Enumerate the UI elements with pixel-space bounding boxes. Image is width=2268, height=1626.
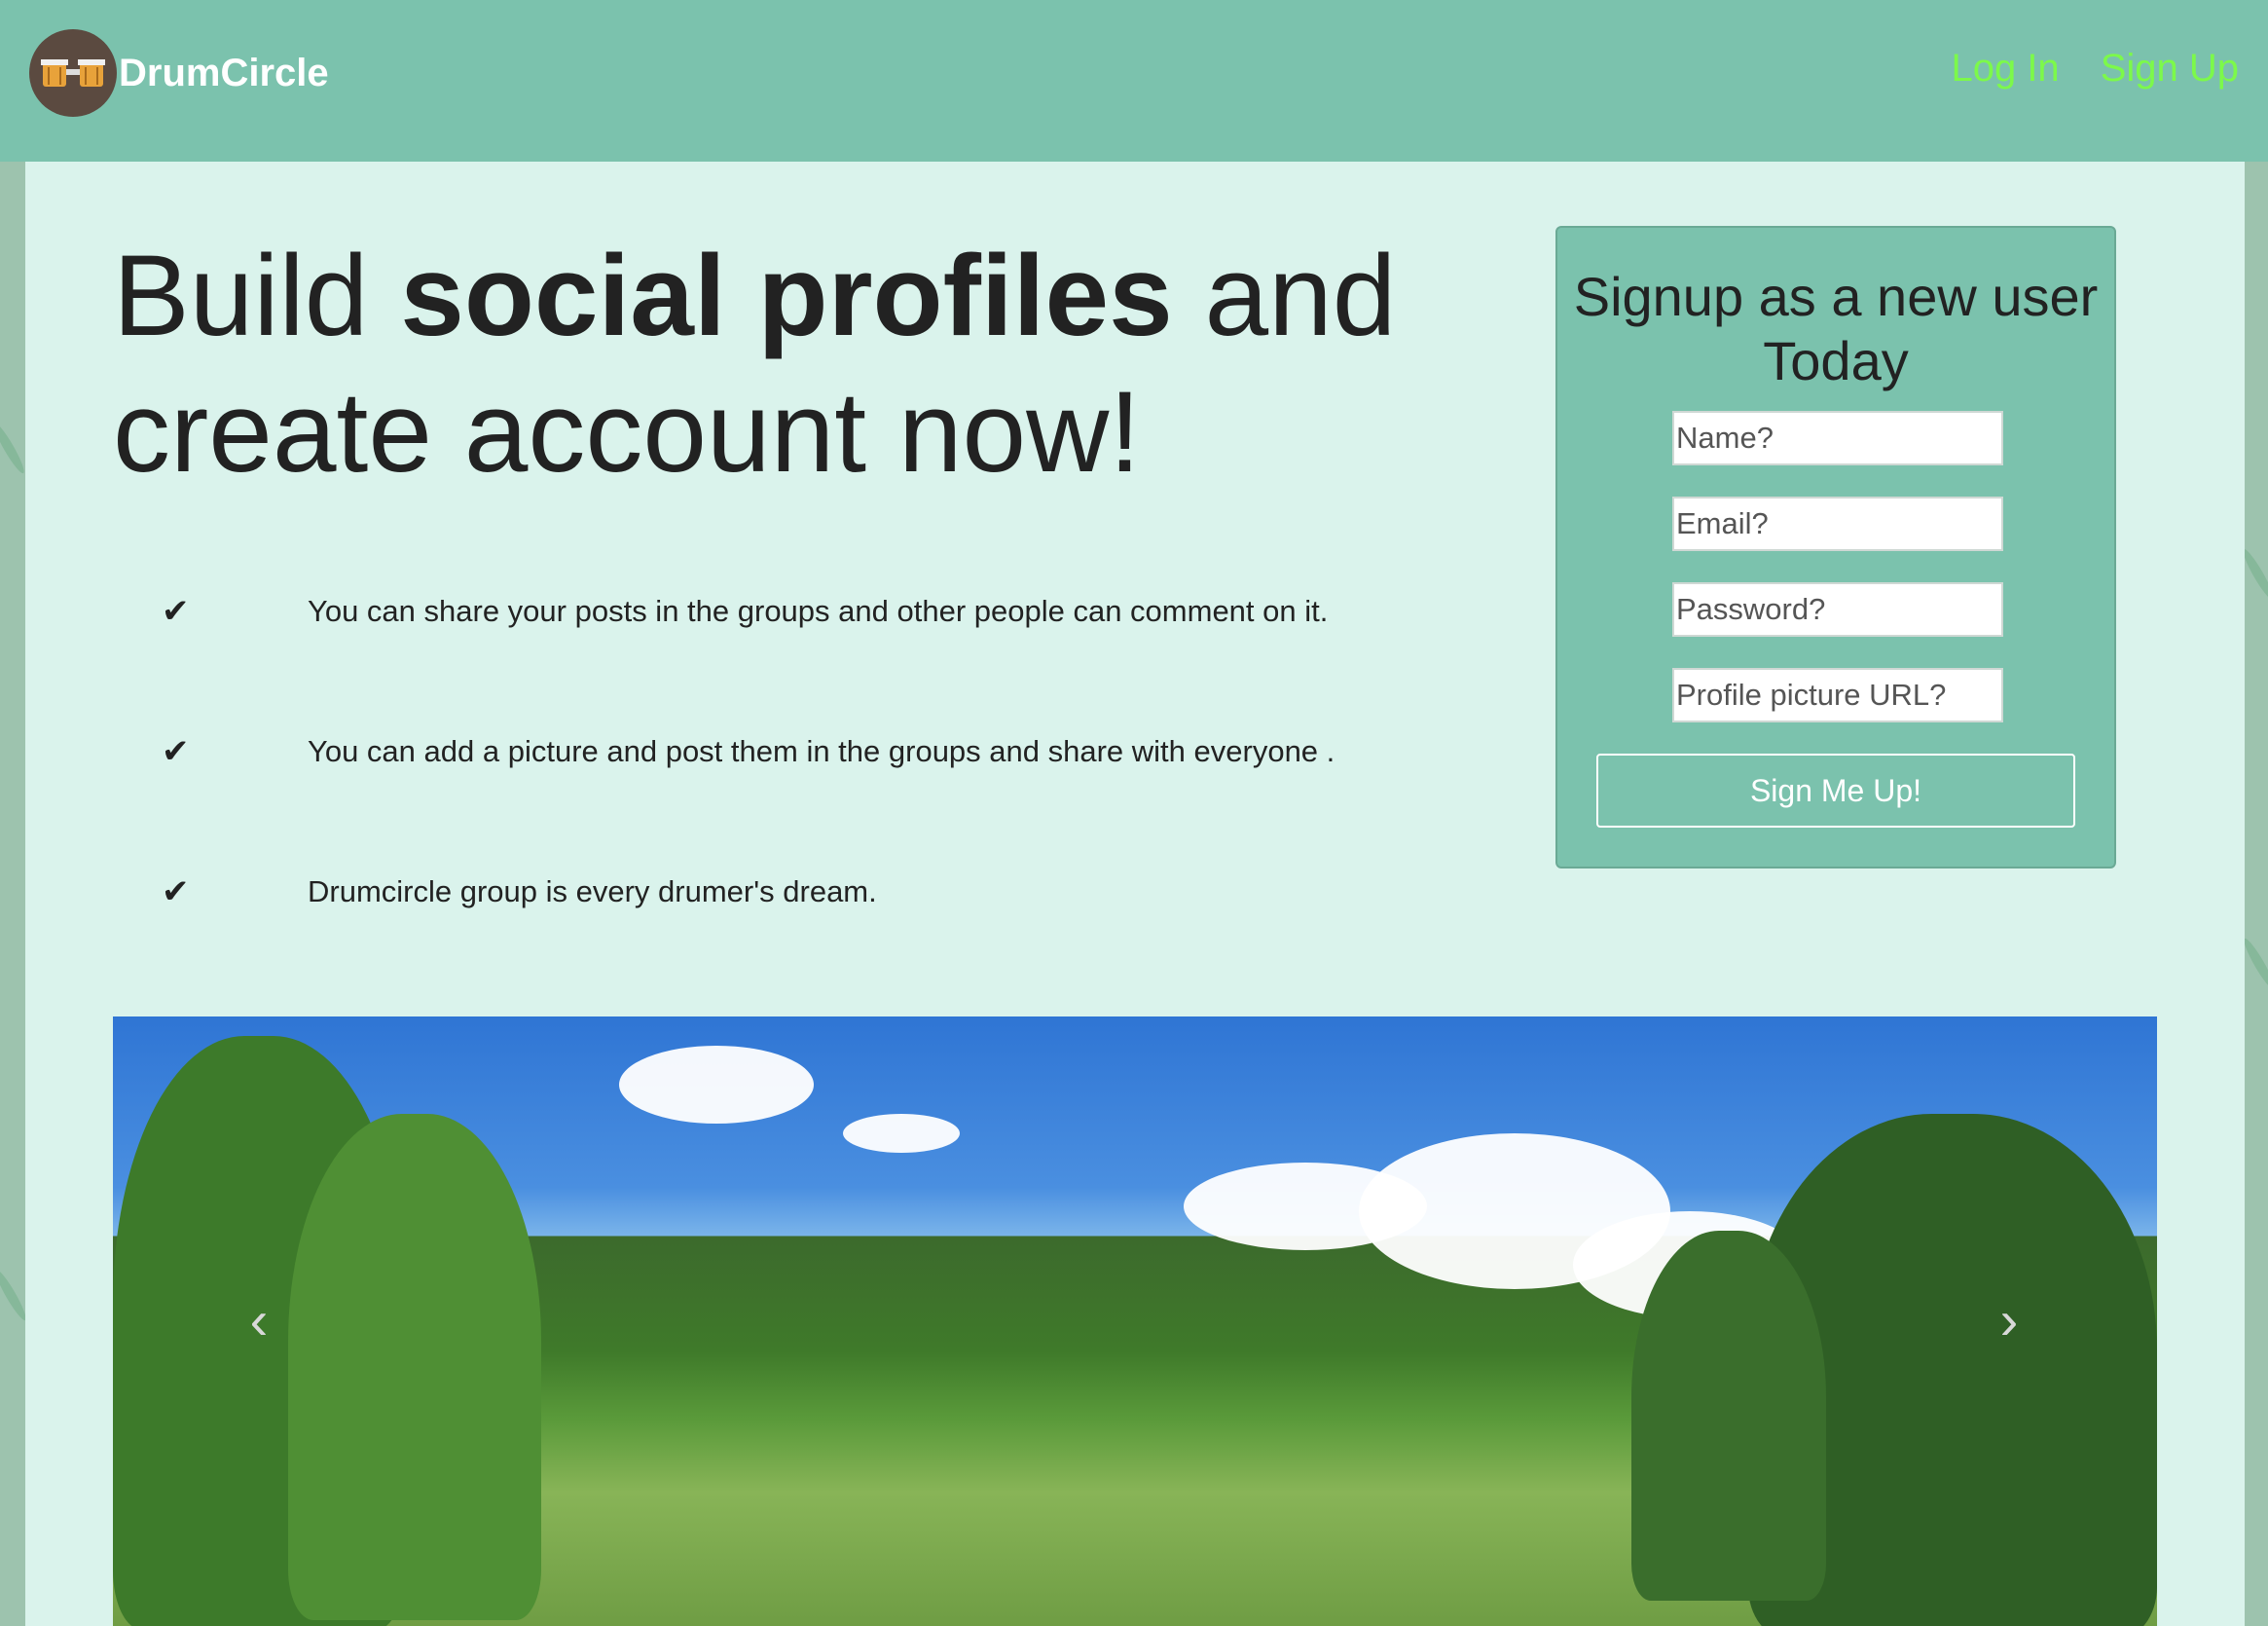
signup-title: Signup as a new user Today [1573, 266, 2099, 391]
brand[interactable]: DrumCircle [29, 29, 329, 117]
list-item: ✔ Drumcircle group is every drumer's dre… [152, 822, 1417, 962]
main-content: Build social profiles and create account… [25, 162, 2245, 1626]
sign-me-up-button[interactable]: Sign Me Up! [1596, 754, 2075, 828]
brand-name: DrumCircle [119, 51, 329, 94]
email-field[interactable] [1672, 497, 2003, 551]
login-link[interactable]: Log In [1951, 47, 2059, 91]
bongo-drums-icon [29, 29, 117, 117]
password-field[interactable] [1672, 582, 2003, 637]
list-item: ✔ You can add a picture and post them in… [152, 682, 1417, 822]
navbar: DrumCircle Log In Sign Up [0, 0, 2268, 162]
chevron-left-icon[interactable]: ‹ [239, 1291, 278, 1349]
signup-link[interactable]: Sign Up [2101, 47, 2239, 91]
profile-picture-field[interactable] [1672, 668, 2003, 722]
checkmark-icon: ✔ [162, 733, 190, 770]
name-field[interactable] [1672, 411, 2003, 465]
headline-bold: social profiles [400, 232, 1173, 360]
page-title: Build social profiles and create account… [113, 228, 1476, 500]
feature-text: You can share your posts in the groups a… [308, 594, 1329, 628]
image-carousel: ‹ › [113, 1016, 2157, 1626]
feature-text: You can add a picture and post them in t… [308, 734, 1335, 768]
background-leaf [0, 420, 28, 476]
headline-part1: Build [113, 232, 401, 360]
signup-form: Signup as a new user Today Sign Me Up! [1555, 226, 2116, 868]
checkmark-icon: ✔ [162, 593, 190, 630]
chevron-right-icon[interactable]: › [1990, 1291, 2029, 1349]
list-item: ✔ You can share your posts in the groups… [152, 541, 1417, 682]
checkmark-icon: ✔ [162, 873, 190, 910]
nav-links: Log In Sign Up [1951, 47, 2239, 91]
feature-list: ✔ You can share your posts in the groups… [152, 541, 1417, 962]
feature-text: Drumcircle group is every drumer's dream… [308, 874, 877, 908]
